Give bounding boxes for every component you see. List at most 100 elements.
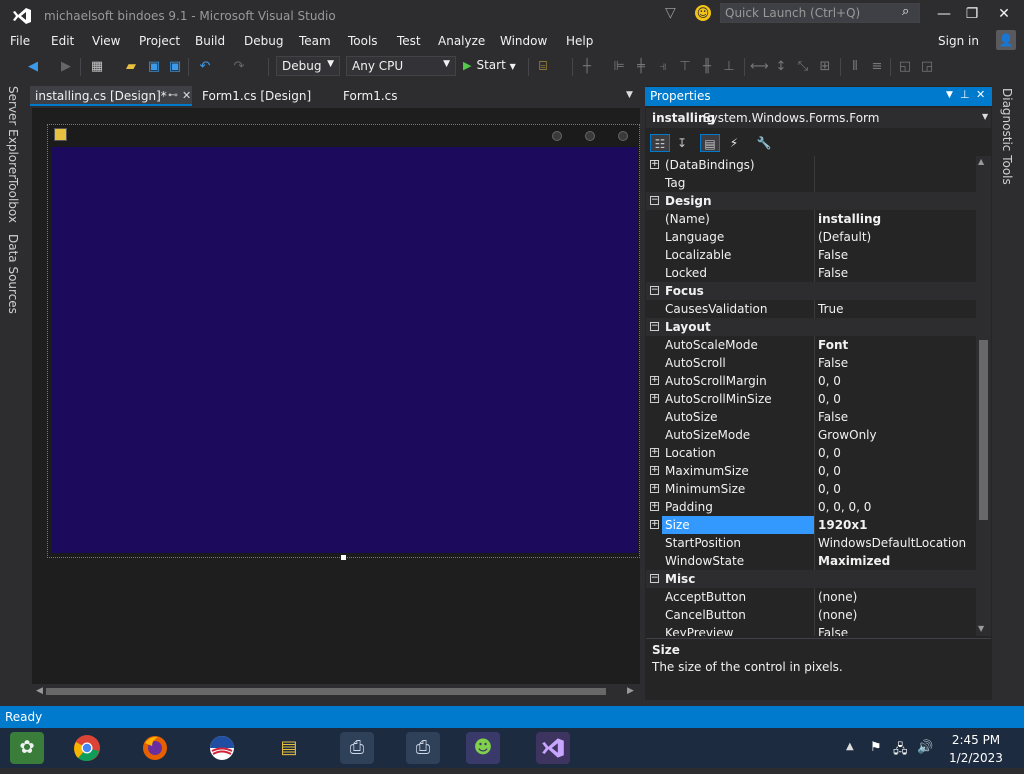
property-value[interactable]: 0, 0 [818,372,841,390]
property-row[interactable]: + AutoScrollMinSize 0, 0 [646,390,976,408]
menu-team[interactable]: Team [299,34,331,48]
property-row[interactable]: AutoScaleMode Font [646,336,976,354]
property-row[interactable]: CausesValidation True [646,300,976,318]
property-row[interactable]: + Padding 0, 0, 0, 0 [646,498,976,516]
tab-installing-design[interactable]: installing.cs [Design]* ⊷ ✕ [30,86,192,106]
column-divider[interactable] [814,246,815,264]
property-value[interactable]: GrowOnly [818,426,877,444]
property-value[interactable]: True [818,300,844,318]
horizontal-spacing-icon[interactable]: ⫴ [846,58,864,76]
column-divider[interactable] [814,480,815,498]
column-divider[interactable] [814,588,815,606]
property-row[interactable]: AutoSizeMode GrowOnly [646,426,976,444]
pin-icon[interactable]: ⊷ [168,86,178,106]
property-row[interactable]: + AutoScrollMargin 0, 0 [646,372,976,390]
property-value[interactable]: WindowsDefaultLocation [818,534,966,552]
scroll-right-arrow-icon[interactable]: ▶ [627,686,634,696]
platform-dropdown[interactable]: Any CPU ▼ [346,56,456,76]
property-value[interactable]: 0, 0 [818,444,841,462]
column-divider[interactable] [814,462,815,480]
property-value[interactable]: (Default) [818,228,871,246]
column-divider[interactable] [814,210,815,228]
minimize-button[interactable]: — [930,4,958,24]
property-row[interactable]: AcceptButton (none) [646,588,976,606]
property-value[interactable]: Font [818,336,848,354]
column-divider[interactable] [814,156,815,174]
taskbar-clock-date[interactable]: 1/2/2023 [944,751,1008,765]
column-divider[interactable] [814,408,815,426]
align-tops-icon[interactable]: ⊤ [676,58,694,76]
find-in-files-icon[interactable]: ⌸ [534,58,552,76]
property-row[interactable]: Language (Default) [646,228,976,246]
expand-icon[interactable]: + [650,376,659,385]
navigate-forward-icon[interactable]: ▶ [57,58,75,76]
property-value[interactable]: 0, 0 [818,480,841,498]
bring-to-front-icon[interactable]: ◱ [896,58,914,76]
quick-launch-input[interactable]: Quick Launch (Ctrl+Q) [720,3,920,23]
column-divider[interactable] [814,534,815,552]
align-centers-icon[interactable]: ╪ [632,58,650,76]
restore-button[interactable]: ❐ [958,4,986,24]
picasa-icon[interactable]: ✿ [10,732,44,764]
property-row[interactable]: Locked False [646,264,976,282]
chevron-down-icon[interactable]: ▼ [982,112,988,121]
property-value[interactable]: False [818,246,848,264]
column-divider[interactable] [814,228,815,246]
property-value[interactable]: 0, 0 [818,390,841,408]
property-value[interactable]: 0, 0 [818,462,841,480]
form-client-area[interactable] [52,147,638,553]
action-center-flag-icon[interactable]: ⚑ [870,740,882,755]
align-middles-icon[interactable]: ╫ [698,58,716,76]
column-divider[interactable] [814,498,815,516]
property-row[interactable]: Tag [646,174,976,192]
close-icon[interactable]: ✕ [182,86,191,106]
property-row[interactable]: AutoScroll False [646,354,976,372]
column-divider[interactable] [814,516,815,534]
property-value[interactable]: Maximized [818,552,890,570]
menu-help[interactable]: Help [566,34,593,48]
property-category[interactable]: − Layout [646,318,976,336]
collapse-icon[interactable]: − [650,574,659,583]
setup-icon[interactable]: ⎙ [406,732,440,764]
save-icon[interactable]: ▣ [145,58,163,76]
menu-tools[interactable]: Tools [348,34,378,48]
property-row[interactable]: + Size 1920x1 [646,516,976,534]
property-row[interactable]: + MinimumSize 0, 0 [646,480,976,498]
menu-test[interactable]: Test [397,34,421,48]
property-value[interactable]: False [818,354,848,372]
new-project-icon[interactable]: ▦ [88,58,106,76]
property-value[interactable]: (none) [818,606,857,624]
data-sources-tab[interactable]: Data Sources [6,234,20,314]
collapse-icon[interactable]: − [650,322,659,331]
property-value[interactable]: installing [818,210,881,228]
expand-icon[interactable]: + [650,484,659,493]
messenger-icon[interactable]: ☻ [466,732,500,764]
property-value[interactable]: 0, 0, 0, 0 [818,498,871,516]
property-pages-wrench-icon[interactable]: 🔧 [754,134,774,152]
column-divider[interactable] [814,390,815,408]
configuration-dropdown[interactable]: Debug ▼ [276,56,340,76]
property-category[interactable]: − Focus [646,282,976,300]
feedback-smile-icon[interactable]: ☺ [695,5,711,21]
column-divider[interactable] [814,624,815,636]
collapse-icon[interactable]: − [650,196,659,205]
alphabetical-icon[interactable]: ↧ [672,134,692,152]
send-to-back-icon[interactable]: ◲ [918,58,936,76]
save-all-icon[interactable]: ▣ [166,58,184,76]
property-value[interactable]: False [818,264,848,282]
property-row[interactable]: StartPosition WindowsDefaultLocation [646,534,976,552]
menu-file[interactable]: File [10,34,30,48]
start-debugging-button[interactable]: ▶ Start ▼ [463,58,516,72]
tab-form1-design[interactable]: Form1.cs [Design] [202,86,311,106]
column-divider[interactable] [814,426,815,444]
vertical-spacing-icon[interactable]: ≡ [868,58,886,76]
column-divider[interactable] [814,300,815,318]
scroll-down-arrow-icon[interactable]: ▼ [978,624,984,633]
open-folder-icon[interactable]: ▰ [122,58,140,76]
properties-icon[interactable]: ▤ [700,134,720,152]
scrollbar-thumb[interactable] [979,340,988,520]
menu-analyze[interactable]: Analyze [438,34,485,48]
expand-icon[interactable]: + [650,448,659,457]
align-bottoms-icon[interactable]: ⊥ [720,58,738,76]
property-row[interactable]: KeyPreview False [646,624,976,636]
